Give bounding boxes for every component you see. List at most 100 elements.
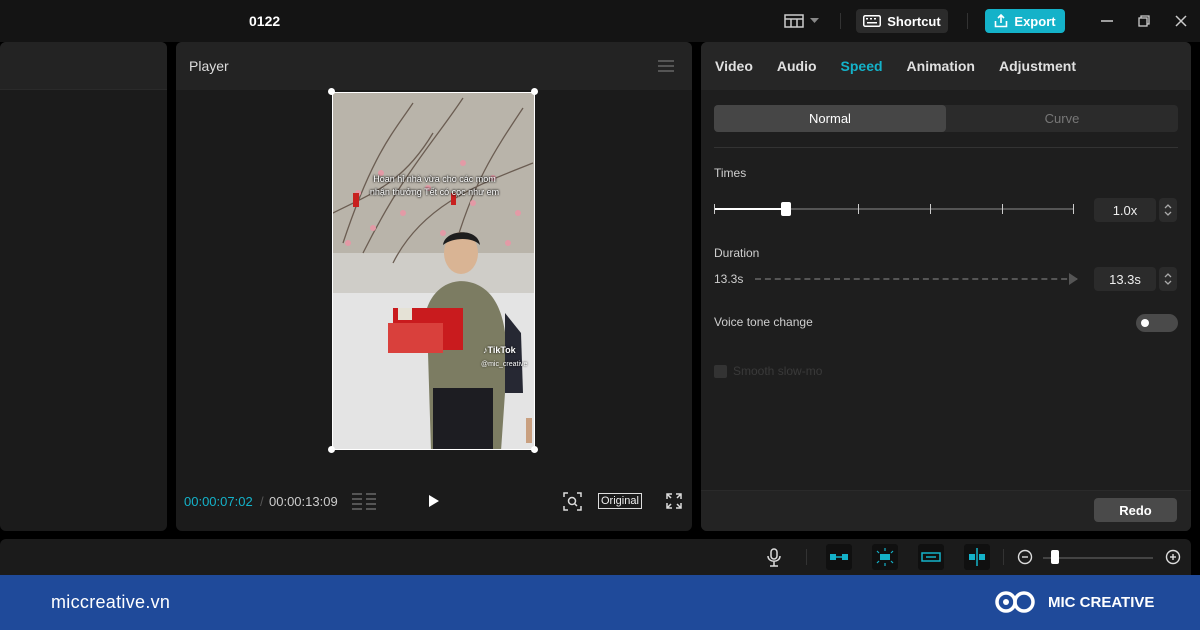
zoom-fit-button[interactable] — [563, 492, 582, 516]
divider — [840, 13, 841, 29]
focus-icon — [563, 492, 582, 511]
zoom-out-button[interactable] — [1017, 549, 1033, 570]
times-slider[interactable] — [714, 202, 1074, 216]
original-ratio-button[interactable]: Original — [598, 493, 642, 509]
duration-start: 13.3s — [714, 272, 744, 286]
tab-video[interactable]: Video — [715, 58, 753, 74]
mic-creative-logo-icon — [995, 591, 1035, 613]
slider-tick — [1002, 204, 1003, 214]
auto-snap-button[interactable] — [872, 544, 898, 570]
snap-icon — [876, 548, 894, 566]
tab-adjustment[interactable]: Adjustment — [999, 58, 1076, 74]
microphone-icon — [767, 548, 781, 567]
play-icon — [429, 495, 439, 507]
project-name: 0122 — [249, 13, 281, 29]
video-preview[interactable]: Hoan hỉ nhà vừa cho các mom nhận thưởng … — [332, 92, 535, 450]
duration-input[interactable]: 13.3s — [1094, 267, 1156, 291]
preview-axis-button[interactable] — [964, 544, 990, 570]
duration-stepper[interactable] — [1159, 267, 1177, 291]
close-button[interactable] — [1172, 12, 1190, 30]
stepper-arrows-icon — [1164, 273, 1172, 285]
media-panel-header — [0, 42, 167, 90]
zoom-out-icon — [1017, 549, 1033, 565]
fullscreen-icon — [666, 493, 682, 509]
player-menu-button[interactable] — [658, 59, 674, 77]
voice-tone-label: Voice tone change — [714, 315, 813, 329]
watermark-text: TikTok — [487, 345, 516, 355]
export-icon — [995, 14, 1008, 28]
zoom-slider[interactable] — [1043, 557, 1153, 559]
minimize-button[interactable] — [1098, 12, 1116, 30]
title-bar: 0122 Shortcut Export — [0, 0, 1200, 42]
resize-handle[interactable] — [531, 446, 538, 453]
duration-label: Duration — [714, 246, 760, 260]
zoom-in-button[interactable] — [1165, 549, 1181, 570]
total-time: 00:00:13:09 — [269, 494, 338, 509]
magnet-link-icon — [830, 554, 848, 560]
link-clips-icon — [921, 552, 941, 562]
brand-logo: MIC CREATIVE — [994, 587, 1154, 617]
fullscreen-button[interactable] — [666, 493, 682, 514]
speed-mode-curve[interactable]: Curve — [946, 105, 1178, 132]
player-panel: Player Hoan hỉ nhà vừa cho các mom nhận … — [176, 42, 692, 531]
times-slider-knob[interactable] — [781, 202, 791, 216]
tiktok-watermark: ♪TikTok — [483, 345, 516, 355]
export-button[interactable]: Export — [985, 9, 1065, 33]
smooth-slowmo-checkbox[interactable] — [714, 364, 727, 378]
stepper-arrows-icon — [1164, 204, 1172, 216]
close-icon — [1175, 15, 1187, 27]
restore-icon — [1138, 15, 1150, 27]
tab-animation[interactable]: Animation — [907, 58, 975, 74]
slider-tick — [714, 204, 715, 214]
tab-audio[interactable]: Audio — [777, 58, 817, 74]
divider — [967, 13, 968, 29]
zoom-in-icon — [1165, 549, 1181, 565]
split-axis-icon — [969, 548, 985, 566]
divider — [1003, 549, 1004, 565]
caption-line: nhận thưởng Tết có cọc như em — [369, 187, 500, 197]
record-voice-button[interactable] — [767, 548, 781, 572]
speed-mode-switch: Normal Curve — [714, 105, 1178, 132]
player-title: Player — [189, 58, 229, 74]
duration-track — [755, 278, 1077, 280]
resize-handle[interactable] — [328, 88, 335, 95]
brand-name: MIC CREATIVE — [1048, 593, 1155, 611]
current-time: 00:00:07:02 — [184, 494, 253, 509]
times-input[interactable]: 1.0x — [1094, 198, 1156, 222]
redo-button[interactable]: Redo — [1094, 498, 1177, 522]
slider-tick — [858, 204, 859, 214]
slider-tick — [1073, 204, 1074, 214]
times-slider-fill — [714, 208, 786, 210]
watermark-handle: @mic_creative — [481, 361, 528, 368]
zoom-slider-knob[interactable] — [1051, 550, 1059, 564]
layout-button[interactable] — [784, 12, 824, 30]
play-button[interactable] — [428, 494, 440, 513]
maximize-button[interactable] — [1135, 12, 1153, 30]
voice-tone-toggle[interactable] — [1136, 314, 1178, 332]
properties-footer: Redo — [701, 490, 1191, 531]
caption-line: Hoan hỉ nhà vừa cho các mom — [373, 174, 496, 184]
main-track-magnet-button[interactable] — [826, 544, 852, 570]
chevron-down-icon — [810, 18, 819, 23]
banner-website[interactable]: miccreative.vn — [51, 592, 170, 613]
menu-icon — [658, 60, 674, 72]
shortcut-button[interactable]: Shortcut — [856, 9, 948, 33]
layout-icon — [784, 14, 804, 28]
divider — [806, 549, 807, 565]
resize-handle[interactable] — [531, 88, 538, 95]
timeline-grid-button[interactable] — [352, 492, 376, 515]
grid-lines-icon — [352, 493, 376, 510]
tab-speed[interactable]: Speed — [841, 58, 883, 74]
time-separator: / — [260, 494, 264, 509]
times-label: Times — [714, 166, 747, 180]
smooth-slowmo-option[interactable]: Smooth slow-mo — [714, 364, 822, 378]
linkage-button[interactable] — [918, 544, 944, 570]
keyboard-icon — [863, 15, 882, 27]
export-label: Export — [1014, 13, 1056, 29]
properties-panel: Video Audio Speed Animation Adjustment N… — [701, 42, 1191, 531]
speed-mode-normal[interactable]: Normal — [714, 105, 946, 132]
smooth-slowmo-label: Smooth slow-mo — [733, 364, 823, 378]
times-stepper[interactable] — [1159, 198, 1177, 222]
resize-handle[interactable] — [328, 446, 335, 453]
arrow-right-icon — [1069, 273, 1078, 285]
